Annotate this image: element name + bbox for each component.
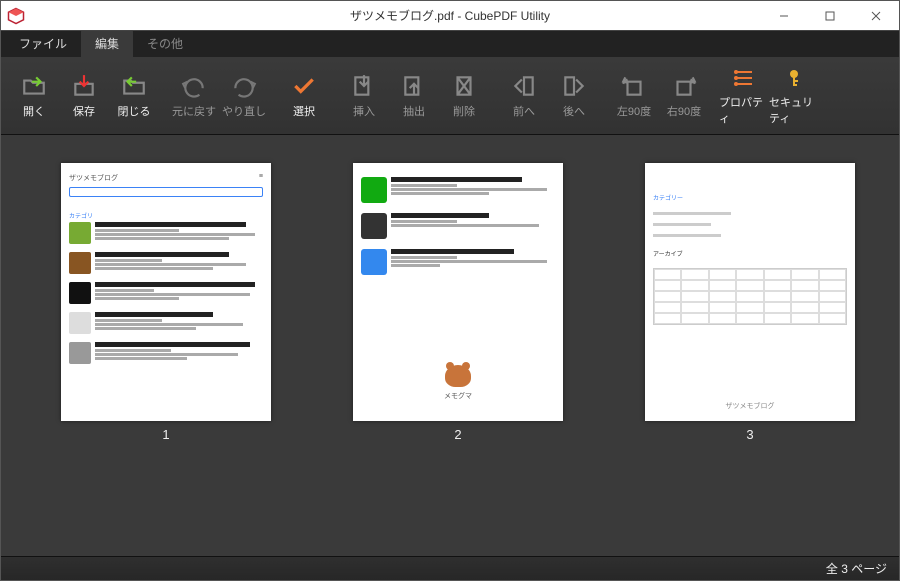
close-button[interactable]: 閉じる	[109, 66, 159, 126]
properties-icon	[731, 66, 757, 90]
undo-icon	[181, 73, 207, 99]
minimize-icon	[779, 11, 789, 21]
save-label: 保存	[73, 103, 95, 119]
toolbar: 開く 保存 閉じる 元に戻す やり直し 選択 挿入	[1, 57, 899, 135]
page-preview: メモグマ	[353, 163, 563, 421]
menu-other[interactable]: その他	[133, 30, 197, 57]
insert-icon	[351, 73, 377, 99]
page-count: 全 3 ページ	[826, 560, 887, 577]
title-bar: ザツメモブログ.pdf - CubePDF Utility	[1, 1, 899, 31]
redo-icon	[231, 73, 257, 99]
open-icon	[21, 73, 47, 99]
prev-button[interactable]: 前へ	[499, 66, 549, 126]
save-button[interactable]: 保存	[59, 66, 109, 126]
page-number: 3	[746, 427, 753, 442]
security-button[interactable]: セキュリティ	[769, 66, 819, 126]
menu-file[interactable]: ファイル	[5, 30, 81, 57]
select-button[interactable]: 選択	[279, 66, 329, 126]
properties-button[interactable]: プロパティ	[719, 66, 769, 126]
page-number: 2	[454, 427, 461, 442]
maximize-icon	[825, 11, 835, 21]
close-file-icon	[121, 73, 147, 99]
undo-label: 元に戻す	[172, 103, 216, 119]
status-bar: 全 3 ページ	[1, 556, 899, 580]
window-maximize[interactable]	[807, 1, 853, 30]
next-label: 後へ	[563, 103, 585, 119]
extract-label: 抽出	[403, 103, 425, 119]
select-icon	[291, 73, 317, 99]
rotate-right-button[interactable]: 右90度	[659, 66, 709, 126]
menu-edit[interactable]: 編集	[81, 30, 133, 57]
rotate-right-icon	[671, 73, 697, 99]
calendar-preview	[653, 268, 847, 325]
page-thumbnail-2[interactable]: メモグマ 2	[353, 163, 563, 528]
rotate-left-icon	[621, 73, 647, 99]
rotate-left-label: 左90度	[617, 103, 651, 119]
rotate-right-label: 右90度	[667, 103, 701, 119]
page-thumbnail-1[interactable]: ザツメモブログ≡ カテゴリ 1	[61, 163, 271, 528]
security-icon	[781, 66, 807, 90]
insert-button[interactable]: 挿入	[339, 66, 389, 126]
close-icon	[871, 11, 881, 21]
page-thumbnail-3[interactable]: カテゴリー アーカイブ ザツメモブログ 3	[645, 163, 855, 528]
app-window: ザツメモブログ.pdf - CubePDF Utility ファイル 編集 その…	[0, 0, 900, 581]
next-icon	[561, 73, 587, 99]
page-number: 1	[162, 427, 169, 442]
properties-label: プロパティ	[719, 94, 769, 126]
extract-button[interactable]: 抽出	[389, 66, 439, 126]
app-icon	[7, 7, 25, 25]
undo-button[interactable]: 元に戻す	[169, 66, 219, 126]
page-preview: ザツメモブログ≡ カテゴリ	[61, 163, 271, 421]
prev-label: 前へ	[513, 103, 535, 119]
next-button[interactable]: 後へ	[549, 66, 599, 126]
delete-icon	[451, 73, 477, 99]
redo-label: やり直し	[222, 103, 266, 119]
delete-label: 削除	[453, 103, 475, 119]
select-label: 選択	[293, 103, 315, 119]
search-box-preview	[69, 187, 263, 197]
window-minimize[interactable]	[761, 1, 807, 30]
redo-button[interactable]: やり直し	[219, 66, 269, 126]
rotate-left-button[interactable]: 左90度	[609, 66, 659, 126]
mascot-preview: メモグマ	[361, 365, 555, 401]
thumbnail-area[interactable]: ザツメモブログ≡ カテゴリ 1 メモグマ	[1, 135, 899, 556]
close-label: 閉じる	[118, 103, 151, 119]
open-button[interactable]: 開く	[9, 66, 59, 126]
security-label: セキュリティ	[769, 94, 819, 126]
window-close[interactable]	[853, 1, 899, 30]
page-preview: カテゴリー アーカイブ ザツメモブログ	[645, 163, 855, 421]
window-title: ザツメモブログ.pdf - CubePDF Utility	[350, 7, 550, 24]
menu-bar: ファイル 編集 その他	[1, 31, 899, 57]
prev-icon	[511, 73, 537, 99]
extract-icon	[401, 73, 427, 99]
save-icon	[71, 73, 97, 99]
window-buttons	[761, 1, 899, 30]
open-label: 開く	[23, 103, 45, 119]
delete-button[interactable]: 削除	[439, 66, 489, 126]
insert-label: 挿入	[353, 103, 375, 119]
